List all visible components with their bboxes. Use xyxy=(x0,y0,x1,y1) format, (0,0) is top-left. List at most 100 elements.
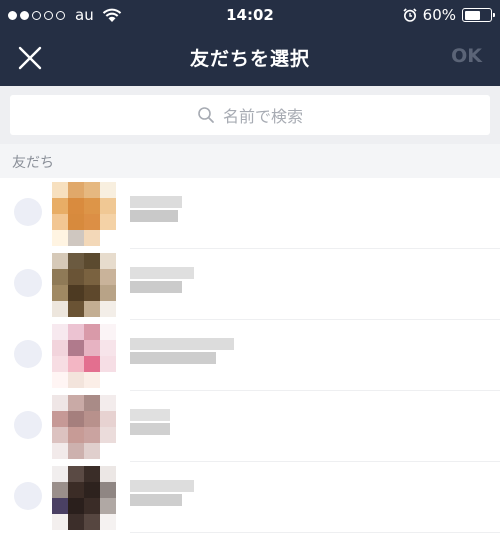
avatar-pixel xyxy=(100,356,116,372)
select-radio[interactable] xyxy=(14,269,42,297)
avatar-pixel xyxy=(68,230,84,246)
section-label: 友だち xyxy=(12,155,54,171)
avatar-pixel xyxy=(100,498,116,514)
avatar-pixel xyxy=(52,253,68,269)
avatar-pixel xyxy=(52,427,68,443)
name-block xyxy=(130,267,194,279)
avatar-pixel xyxy=(68,285,84,301)
avatar-pixel xyxy=(100,514,116,530)
avatar-pixel xyxy=(68,198,84,214)
avatar-pixel xyxy=(52,230,68,246)
avatar-pixel xyxy=(84,514,100,530)
avatar-pixel xyxy=(84,253,100,269)
ok-button[interactable]: OK xyxy=(451,45,482,67)
avatar-pixel xyxy=(100,340,116,356)
avatar-pixel xyxy=(52,198,68,214)
avatar-pixel xyxy=(52,498,68,514)
avatar-pixel xyxy=(52,482,68,498)
avatar-pixel xyxy=(52,372,68,388)
friend-name-blurred xyxy=(130,480,194,508)
friend-name-blurred xyxy=(130,409,170,437)
avatar-pixel xyxy=(84,395,100,411)
avatar-pixel xyxy=(68,514,84,530)
avatar-pixel xyxy=(68,269,84,285)
friend-name-blurred xyxy=(130,196,182,224)
avatar-pixel xyxy=(100,324,116,340)
alarm-clock-icon xyxy=(403,8,417,22)
avatar-pixel xyxy=(84,340,100,356)
avatar-pixel xyxy=(52,466,68,482)
select-radio[interactable] xyxy=(14,482,42,510)
avatar-pixel xyxy=(100,253,116,269)
avatar-pixel xyxy=(68,182,84,198)
avatar-pixel xyxy=(84,498,100,514)
battery-icon xyxy=(462,8,495,22)
avatar-pixel xyxy=(68,214,84,230)
avatar-pixel xyxy=(68,482,84,498)
battery-percent: 60% xyxy=(422,6,456,24)
avatar-pixel xyxy=(52,443,68,459)
friend-row[interactable] xyxy=(0,249,500,320)
name-block xyxy=(130,480,194,492)
avatar-pixel xyxy=(68,466,84,482)
name-block xyxy=(130,338,234,350)
friend-name-blurred xyxy=(130,338,234,366)
avatar-pixel xyxy=(84,285,100,301)
avatar-pixel xyxy=(68,427,84,443)
search-input[interactable]: 名前で検索 xyxy=(10,95,490,135)
name-block xyxy=(130,196,182,208)
avatar-pixel xyxy=(52,214,68,230)
friend-row[interactable] xyxy=(0,391,500,462)
page-title: 友だちを選択 xyxy=(189,48,310,70)
avatar-pixel xyxy=(52,182,68,198)
select-radio[interactable] xyxy=(14,198,42,226)
battery-fill xyxy=(464,10,480,20)
avatar-pixel xyxy=(84,482,100,498)
avatar-pixel xyxy=(84,198,100,214)
avatar xyxy=(52,466,116,530)
avatar-pixel xyxy=(52,285,68,301)
avatar-pixel xyxy=(84,182,100,198)
avatar-pixel xyxy=(84,324,100,340)
avatar-pixel xyxy=(84,301,100,317)
name-block xyxy=(130,409,170,421)
avatar-pixel xyxy=(68,395,84,411)
row-divider xyxy=(130,532,500,533)
avatar-pixel xyxy=(100,427,116,443)
avatar-pixel xyxy=(68,356,84,372)
friend-row[interactable] xyxy=(0,462,500,533)
avatar xyxy=(52,324,116,388)
select-radio[interactable] xyxy=(14,340,42,368)
avatar-pixel xyxy=(52,514,68,530)
avatar-pixel xyxy=(68,301,84,317)
avatar-pixel xyxy=(100,214,116,230)
section-header: 友だち xyxy=(0,144,500,178)
avatar-pixel xyxy=(52,356,68,372)
avatar-pixel xyxy=(100,269,116,285)
avatar-pixel xyxy=(100,285,116,301)
select-radio[interactable] xyxy=(14,411,42,439)
friend-row[interactable] xyxy=(0,320,500,391)
avatar-pixel xyxy=(100,230,116,246)
avatar-pixel xyxy=(52,411,68,427)
avatar-pixel xyxy=(68,253,84,269)
avatar-pixel xyxy=(84,356,100,372)
avatar-pixel xyxy=(52,340,68,356)
avatar-pixel xyxy=(100,182,116,198)
avatar-pixel xyxy=(52,324,68,340)
avatar-pixel xyxy=(84,214,100,230)
avatar-pixel xyxy=(68,372,84,388)
name-block xyxy=(130,352,216,364)
nav-bar: 友だちを選択 OK xyxy=(0,30,500,86)
avatar-pixel xyxy=(84,230,100,246)
friend-row[interactable] xyxy=(0,178,500,249)
avatar-pixel xyxy=(84,443,100,459)
avatar-pixel xyxy=(68,340,84,356)
name-block xyxy=(130,210,178,222)
avatar-pixel xyxy=(100,395,116,411)
avatar-pixel xyxy=(68,324,84,340)
avatar-pixel xyxy=(84,269,100,285)
avatar-pixel xyxy=(52,269,68,285)
avatar-pixel xyxy=(100,198,116,214)
avatar-pixel xyxy=(100,482,116,498)
